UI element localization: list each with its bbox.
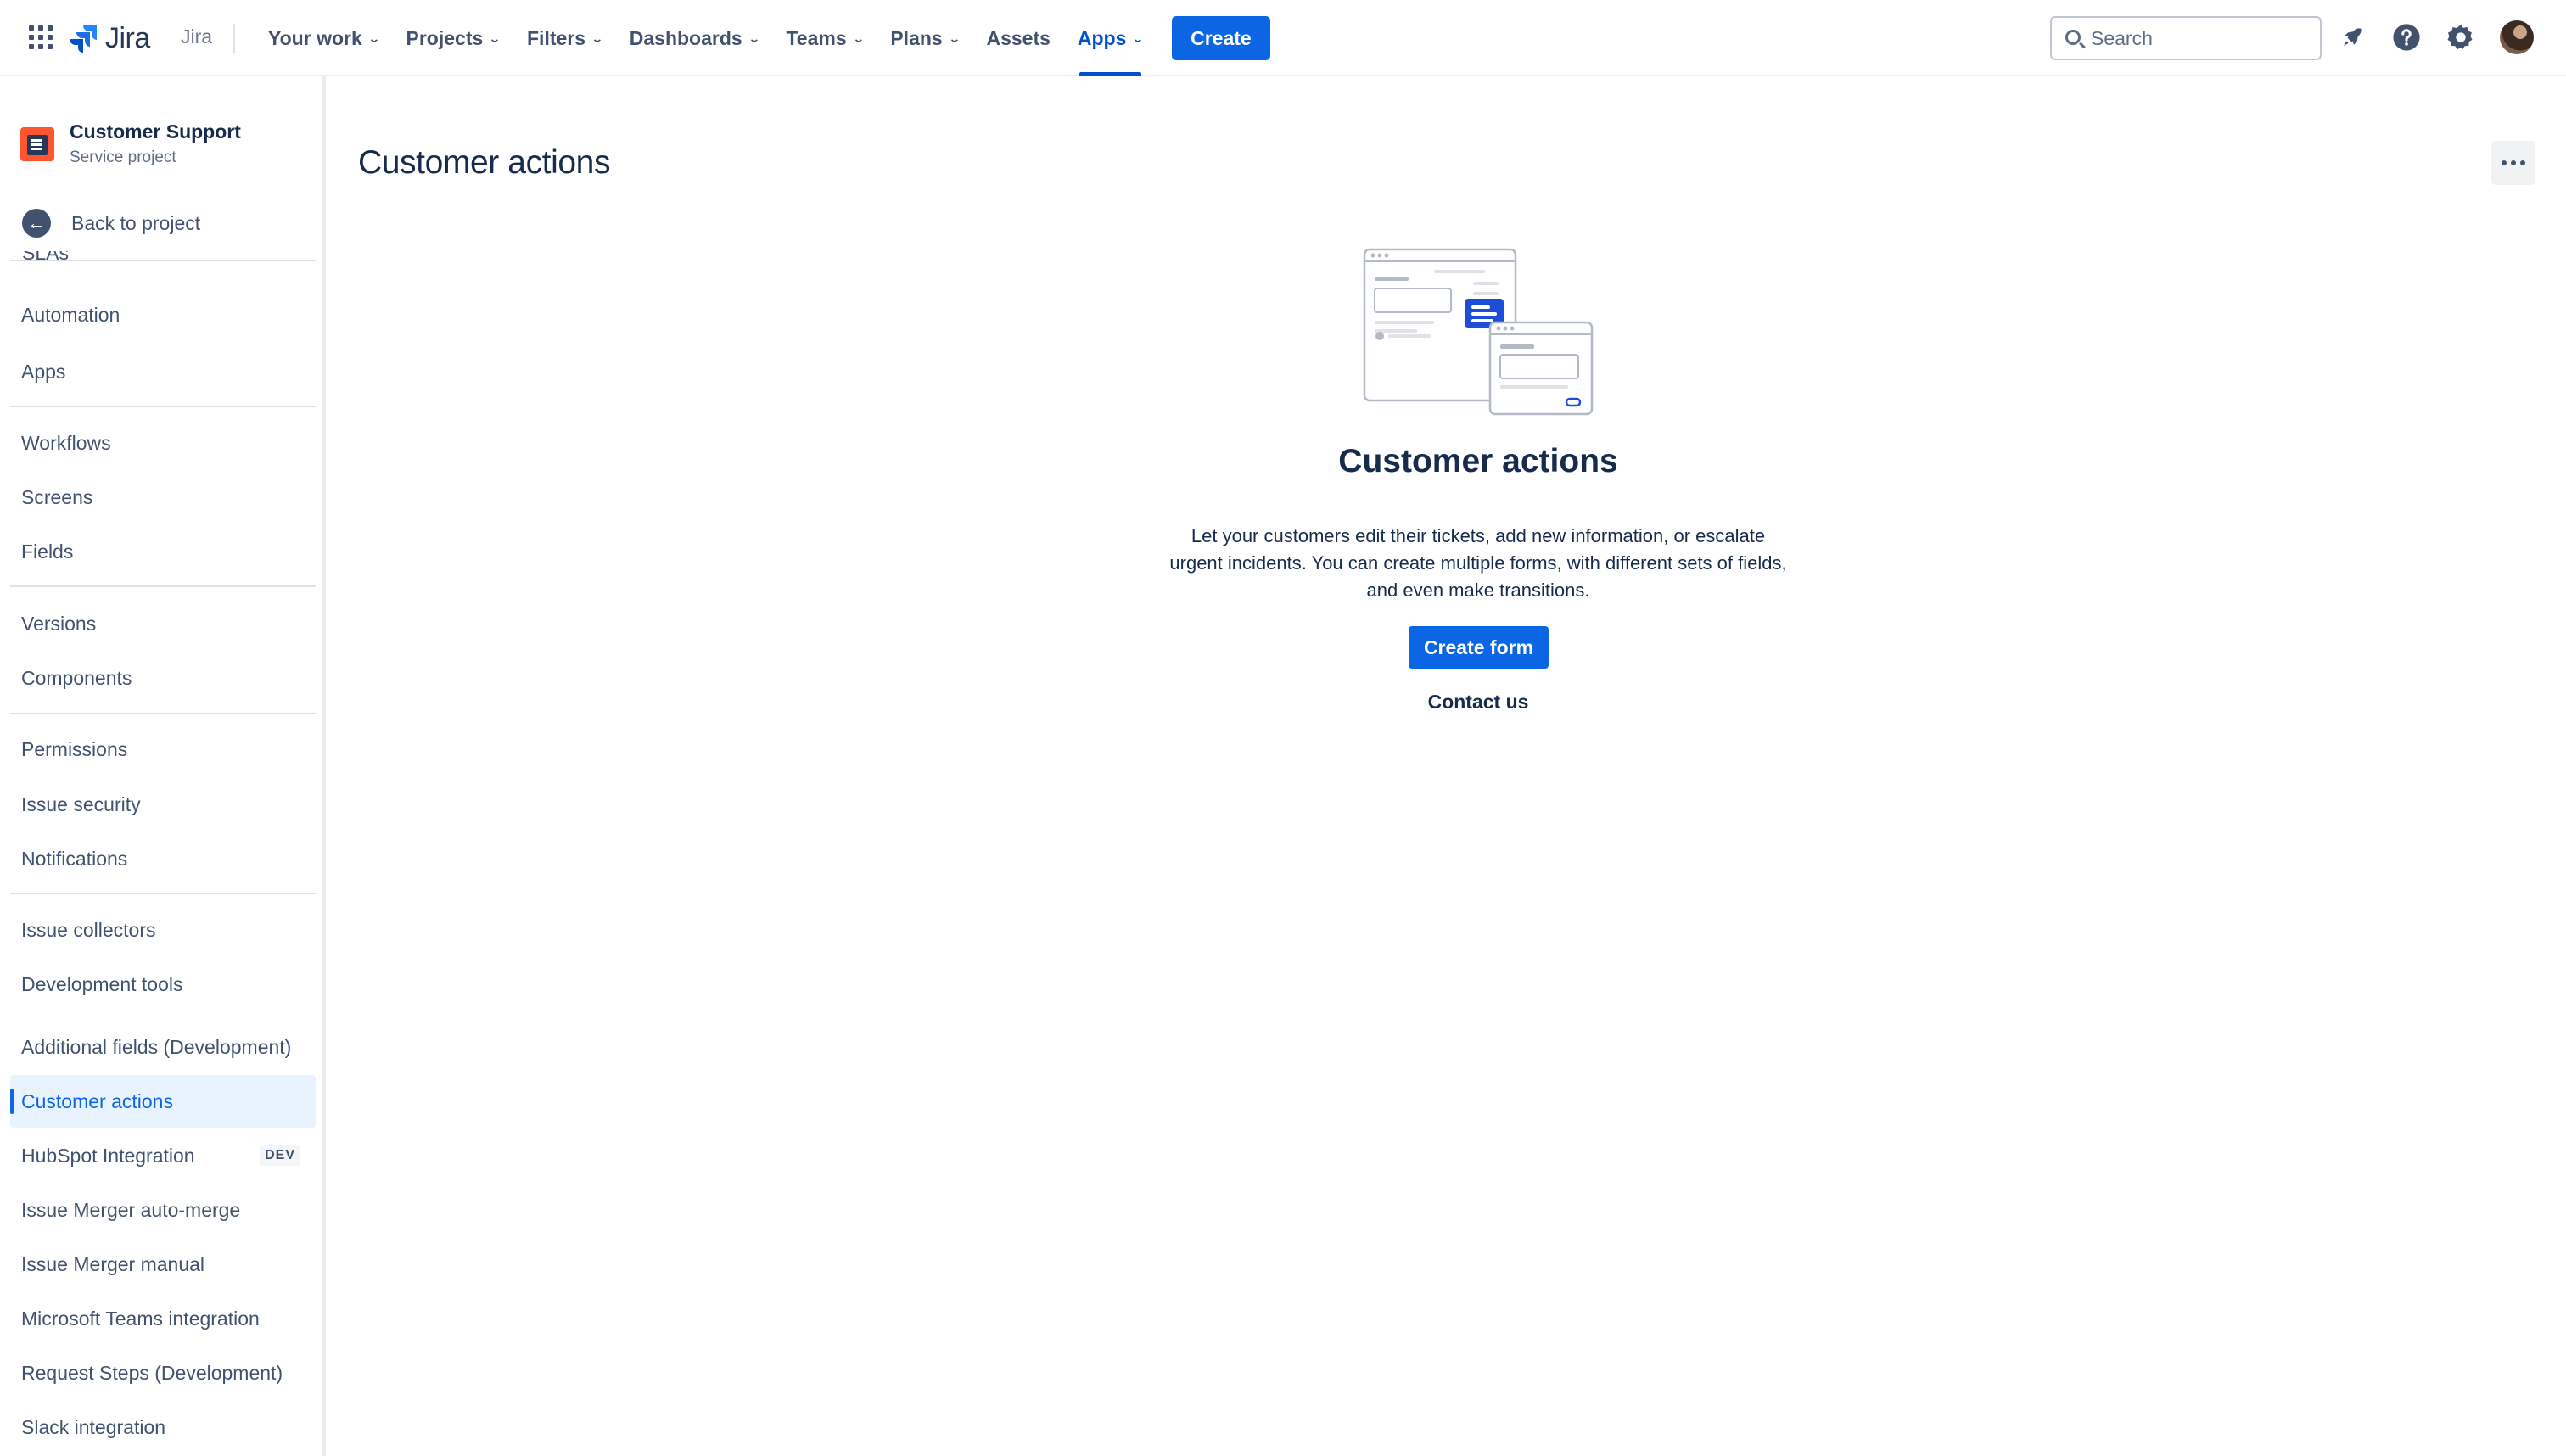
create-form-button[interactable]: Create form	[1409, 626, 1549, 669]
nav-teams[interactable]: Teams ⌄	[772, 0, 877, 76]
search-placeholder: Search	[2091, 26, 2153, 49]
sidebar-item-customer-actions[interactable]: Customer actions	[10, 1075, 316, 1128]
arrow-left-icon: ←	[22, 209, 51, 238]
more-icon-dot	[2520, 160, 2525, 165]
project-type: Service project	[70, 148, 176, 166]
help-icon[interactable]	[2390, 20, 2423, 54]
empty-state-description: Let your customers edit their tickets, a…	[1169, 525, 1787, 601]
sidebar-item-slack-integration[interactable]: Slack integration	[10, 1401, 316, 1453]
app-switcher-icon[interactable]	[27, 24, 54, 51]
sidebar-divider	[10, 585, 316, 587]
project-settings-sidebar: Customer Support Service project ← Back …	[0, 76, 326, 1456]
sidebar-item-versions[interactable]: Versions	[10, 597, 316, 650]
more-actions-button[interactable]	[2491, 141, 2535, 185]
chevron-down-icon: ⌄	[747, 31, 761, 45]
chevron-down-icon: ⌄	[851, 31, 866, 45]
chevron-down-icon: ⌄	[947, 31, 961, 45]
product-label: Jira	[181, 25, 213, 48]
nav-apps[interactable]: Apps ⌄	[1064, 0, 1157, 76]
page-title: Customer actions	[358, 144, 611, 181]
notifications-icon[interactable]	[2335, 20, 2369, 54]
jira-logo[interactable]: Jira	[70, 20, 150, 56]
primary-nav: Your work ⌄ Projects ⌄ Filters ⌄ Dashboards…	[255, 0, 1270, 76]
sidebar-item-permissions[interactable]: Permissions	[10, 723, 316, 776]
project-name: Customer Support	[70, 120, 241, 143]
chevron-down-icon: ⌄	[488, 31, 501, 45]
sidebar-divider	[10, 260, 316, 261]
sidebar-divider	[10, 406, 316, 407]
chevron-down-icon: ⌄	[367, 31, 381, 45]
forms-illustration	[1363, 248, 1594, 416]
sidebar-divider	[10, 713, 316, 714]
more-icon-dot	[2511, 160, 2516, 165]
topbar-divider	[233, 24, 235, 53]
search-icon	[2065, 30, 2081, 45]
sidebar-item-request-steps[interactable]: Request Steps (Development)	[10, 1347, 316, 1399]
sidebar-item-notifications[interactable]: Notifications	[10, 832, 316, 885]
contact-us-link[interactable]: Contact us	[1375, 691, 1582, 714]
avatar[interactable]	[2500, 20, 2534, 54]
sidebar-item-slas[interactable]: SLAs	[22, 251, 69, 260]
sidebar-item-issue-merger-manual[interactable]: Issue Merger manual	[10, 1238, 316, 1291]
sidebar-item-development-tools[interactable]: Development tools	[10, 958, 316, 1011]
sidebar-item-issue-security[interactable]: Issue security	[10, 778, 316, 831]
dev-badge: DEV	[260, 1145, 300, 1166]
chevron-down-icon: ⌄	[591, 31, 604, 45]
search-input[interactable]: Search	[2050, 16, 2322, 60]
sidebar-item-microsoft-teams-integration[interactable]: Microsoft Teams integration	[10, 1292, 316, 1345]
sidebar-item-apps[interactable]: Apps	[10, 345, 316, 398]
back-to-project-link[interactable]: ← Back to project	[22, 209, 200, 238]
sidebar-item-automation[interactable]: Automation	[10, 288, 316, 341]
sidebar-item-components[interactable]: Components	[10, 652, 316, 704]
nav-plans[interactable]: Plans ⌄	[877, 0, 972, 76]
nav-projects[interactable]: Projects ⌄	[393, 0, 514, 76]
sidebar-item-hubspot-integration[interactable]: HubSpot Integration DEV	[10, 1129, 316, 1182]
sidebar-item-additional-fields[interactable]: Additional fields (Development)	[10, 1021, 316, 1073]
nav-your-work[interactable]: Your work ⌄	[255, 0, 393, 76]
sidebar-item-workflows[interactable]: Workflows	[10, 417, 316, 469]
create-button[interactable]: Create	[1172, 16, 1270, 60]
logo-wordmark: Jira	[105, 21, 150, 54]
nav-assets[interactable]: Assets	[972, 0, 1063, 76]
sidebar-divider	[10, 893, 316, 894]
nav-filters[interactable]: Filters ⌄	[513, 0, 616, 76]
empty-state-heading: Customer actions	[1338, 443, 1618, 479]
back-to-project-label: Back to project	[71, 211, 201, 234]
nav-dashboards[interactable]: Dashboards ⌄	[616, 0, 773, 76]
sidebar-item-fields[interactable]: Fields	[10, 525, 316, 578]
project-header[interactable]: Customer Support Service project	[20, 120, 241, 167]
top-navigation-bar: Jira Jira Your work ⌄ Projects ⌄ Filters ⌄ …	[0, 0, 2566, 76]
project-avatar-icon	[20, 126, 54, 161]
settings-icon[interactable]	[2444, 20, 2478, 54]
more-icon-dot	[2502, 160, 2507, 165]
sidebar-item-issue-merger-auto-merge[interactable]: Issue Merger auto-merge	[10, 1184, 316, 1236]
sidebar-item-issue-collectors[interactable]: Issue collectors	[10, 904, 316, 956]
jira-logo-icon	[70, 25, 97, 53]
sidebar-item-screens[interactable]: Screens	[10, 471, 316, 524]
chevron-down-icon: ⌄	[1131, 31, 1145, 45]
